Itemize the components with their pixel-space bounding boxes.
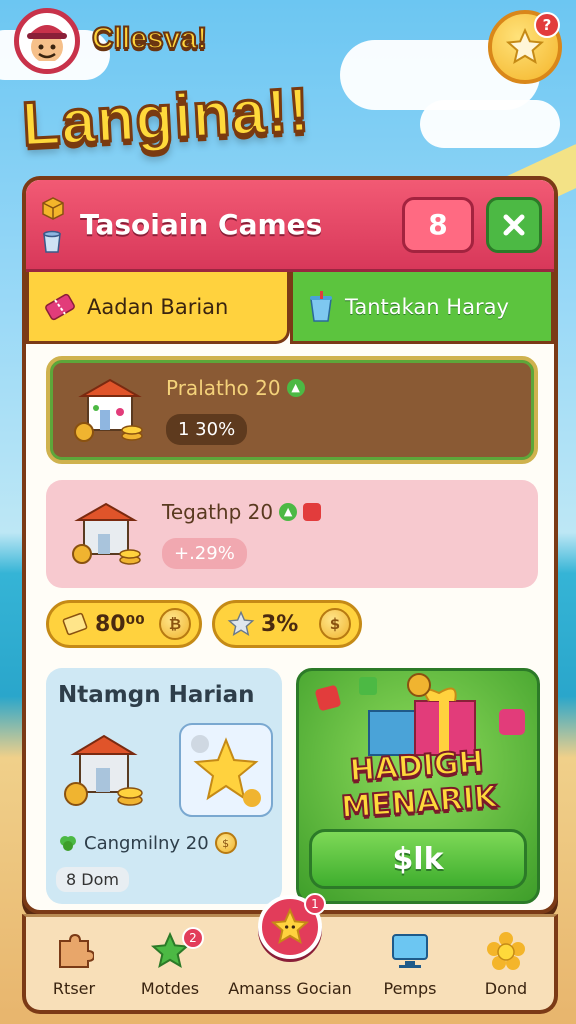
nav-item-pemps[interactable]: Pemps: [362, 917, 458, 1010]
shop-building-icon: [72, 502, 141, 565]
gift-headline: HADIGH MENARIK: [299, 741, 537, 829]
player-name: Cllesva!: [91, 21, 208, 56]
cloud: [420, 100, 560, 148]
panel-title: Tasoiain Cames: [80, 208, 323, 241]
claim-button[interactable]: $lk: [309, 829, 527, 889]
arrow-up-icon: ▲: [286, 378, 305, 397]
notification-badge: 2: [182, 927, 204, 949]
notification-badge: ?: [534, 12, 560, 38]
coin-icon: $: [214, 832, 237, 854]
nav-label: Amanss Gocian: [228, 979, 352, 998]
quest-panel: Tasoiain Cames 8 Aadan Barian Tantakan H…: [22, 176, 558, 914]
flag-icon: [303, 502, 322, 521]
puzzle-icon: [59, 933, 94, 968]
nav-label: Dond: [484, 979, 528, 998]
daily-title: Ntamgn Harian: [58, 682, 255, 708]
task-progress: +.29%: [162, 537, 247, 569]
nav-label: Pemps: [383, 979, 437, 998]
task-title-text: Tegathp 20: [162, 499, 274, 524]
nav-center-button[interactable]: 1: [258, 893, 326, 959]
cup-icon: [310, 290, 332, 322]
nav-label: Motdes: [140, 979, 200, 998]
chef-avatar-icon: [27, 25, 67, 69]
tab-daily-label: Aadan Barian: [87, 294, 229, 319]
reward-stars-value: 3%: [261, 611, 299, 637]
reward-stars[interactable]: 3% $: [212, 600, 362, 648]
nav-item-motdes[interactable]: 2 Motdes: [122, 917, 218, 1010]
tab-challenge[interactable]: Tantakan Haray: [290, 272, 554, 344]
daily-pill: 8 Dom: [56, 867, 129, 892]
task-progress: 1 30%: [166, 413, 248, 445]
tab-daily[interactable]: Aadan Barian: [26, 272, 290, 344]
daily-subtitle-text: Cangmilny 20: [84, 832, 209, 854]
notification-badge: 1: [304, 893, 326, 915]
count-box: 8: [402, 196, 474, 253]
shop-building-icon: [74, 378, 143, 442]
arrow-up-icon: ▲: [279, 502, 298, 521]
player-avatar[interactable]: [14, 8, 80, 74]
game-title: Langina!!: [19, 74, 313, 161]
clover-icon: [60, 836, 76, 851]
tab-bar: Aadan Barian Tantakan Haray: [26, 272, 554, 344]
task-card-1[interactable]: Pralatho 20 ▲ 1 30%: [46, 356, 538, 464]
nav-item-rtser[interactable]: Rtser: [26, 917, 122, 1010]
panel-header: Tasoiain Cames 8: [26, 180, 554, 272]
bottom-nav: Rtser 2 Motdes 1 Amanss Gocian Pemps Don…: [22, 893, 558, 1014]
flower-icon: [487, 932, 525, 970]
nav-item-amanss-gocian[interactable]: 1 Amanss Gocian: [218, 893, 362, 1010]
close-icon: [503, 214, 525, 235]
star-face-icon: [270, 907, 310, 945]
coin-icon: ₿: [159, 608, 191, 640]
star-button[interactable]: ?: [488, 10, 562, 84]
bucket-icon: [43, 230, 61, 253]
reward-tickets[interactable]: 80⁰⁰ ₿: [46, 600, 202, 648]
reward-tickets-value: 80⁰⁰: [95, 611, 145, 637]
box-icon: [42, 196, 64, 220]
ticket-icon: [45, 293, 75, 320]
task-title: Tegathp 20 ▲: [162, 499, 322, 524]
gift-card[interactable]: HADIGH MENARIK $lk: [296, 668, 540, 904]
tab-challenge-label: Tantakan Haray: [345, 294, 509, 319]
nav-label: Rtser: [52, 979, 96, 998]
monitor-icon: [392, 934, 428, 968]
daily-subtitle: Cangmilny 20 $: [58, 832, 237, 854]
task-title: Pralatho 20 ▲: [166, 376, 305, 400]
close-button[interactable]: [486, 196, 542, 253]
shop-building-icon: [64, 734, 143, 806]
star-icon: [227, 610, 255, 636]
task-card-2[interactable]: Tegathp 20 ▲ +.29%: [46, 480, 538, 588]
ticket-gold-icon: [62, 612, 88, 636]
daily-card[interactable]: Ntamgn Harian Cangmilny 20 $ 8 Dom: [46, 668, 282, 904]
star-coin-icon: [179, 723, 273, 817]
nav-item-dond[interactable]: Dond: [458, 917, 554, 1010]
task-title-text: Pralatho 20: [166, 375, 281, 400]
coin-icon: $: [319, 608, 351, 640]
